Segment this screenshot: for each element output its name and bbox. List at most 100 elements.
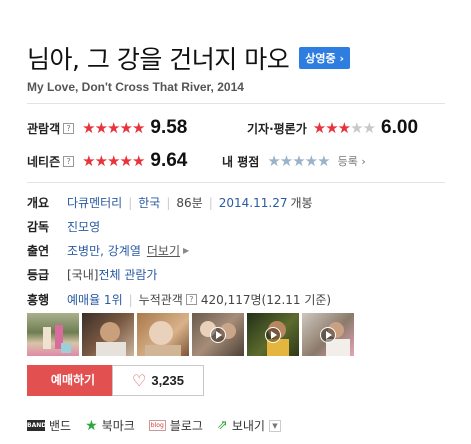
like-count: 3,235 (151, 373, 184, 388)
star-bookmark-icon: ★ (85, 417, 98, 434)
now-showing-badge[interactable]: 상영중 › (299, 47, 350, 69)
star-icon: ★ (325, 118, 338, 137)
netizen-score: 9.64 (150, 150, 188, 171)
bookmark-label: 북마크 (101, 419, 135, 433)
cast-link[interactable]: 조병만, 강계열 (67, 242, 141, 259)
play-icon[interactable] (210, 326, 226, 343)
director-row: 감독 진모영 (27, 218, 100, 235)
still-thumbnail[interactable] (137, 313, 189, 356)
star-icon: ★ (131, 118, 145, 137)
grade-prefix: [국내] (67, 268, 99, 282)
star-empty-icon[interactable]: ★ (305, 153, 318, 169)
release-suffix: 개봉 (290, 196, 313, 210)
star-icon: ★ (119, 118, 132, 137)
critics-score: 6.00 (381, 117, 419, 138)
netizen-rating: 네티즌 ? ★ ★ ★ ★ ★ 9.64 (27, 150, 188, 171)
cumulative-label: 누적관객 (138, 293, 183, 307)
cast-row: 출연 조병만, 강계열 더보기 ▶ (27, 242, 189, 259)
star-icon: ★ (119, 151, 132, 170)
critics-rating: 기자·평론가 ★ ★ ★ ★ ★ 6.00 (247, 117, 419, 138)
still-thumbnail[interactable] (27, 313, 79, 356)
audience-rating: 관람객 ? ★ ★ ★ ★ ★ 9.58 (27, 117, 188, 138)
critics-stars: ★ ★ ★ ★ ★ (312, 118, 376, 137)
audience-score: 9.58 (150, 117, 188, 138)
send-arrow-icon: ⇗ (216, 418, 228, 433)
blog-icon: blog (148, 420, 166, 431)
buy-ticket-button[interactable]: 예매하기 (27, 365, 119, 396)
audience-label: 관람객 (27, 121, 61, 136)
my-rating: 내 평점 ★ ★ ★ ★ ★ 등록 › (222, 151, 366, 171)
overview-row: 개요 다큐멘터리 | 한국 | 86분 | 2014.11.27 개봉 (27, 194, 313, 211)
still-thumbnail[interactable] (82, 313, 134, 356)
video-thumbnail[interactable] (302, 313, 354, 356)
star-empty-icon[interactable]: ★ (267, 153, 280, 169)
play-icon[interactable] (320, 326, 336, 343)
movie-title: 님아, 그 강을 건너지 마오 (27, 45, 290, 74)
genre-link[interactable]: 다큐멘터리 (67, 194, 122, 211)
release-date-link[interactable]: 2014.11.27 (219, 196, 288, 210)
share-blog-label: 블로그 (169, 419, 203, 433)
still-image (43, 325, 71, 353)
help-icon[interactable]: ? (63, 155, 75, 167)
star-icon: ★ (337, 118, 351, 137)
star-empty-icon[interactable]: ★ (317, 153, 330, 169)
star-icon: ★ (107, 118, 120, 137)
star-icon: ★ (94, 151, 108, 170)
like-button[interactable]: ♡ 3,235 (112, 365, 204, 396)
star-empty-icon[interactable]: ★ (292, 153, 305, 169)
netizen-stars: ★ ★ ★ ★ ★ (82, 151, 145, 170)
star-icon: ★ (131, 151, 145, 170)
boxoffice-row: 흥행 예매율 1위 | 누적관객 ? 420,117명(12.11 기준) (27, 291, 332, 308)
star-icon: ★ (312, 118, 326, 137)
play-icon[interactable] (265, 326, 281, 343)
audience-stars: ★ ★ ★ ★ ★ (82, 118, 145, 137)
star-icon: ★ (107, 151, 120, 170)
video-thumbnail[interactable] (247, 313, 299, 356)
movie-subtitle: My Love, Don't Cross That River, 2014 (27, 80, 244, 94)
share-band-label: 밴드 (49, 419, 72, 433)
netizen-label: 네티즌 (27, 154, 61, 169)
video-thumbnail[interactable] (192, 313, 244, 356)
runtime: 86분 (176, 196, 203, 210)
cumulative-audience: 420,117명(12.11 기준) (200, 293, 332, 307)
star-empty-icon[interactable]: ★ (280, 153, 293, 169)
star-empty-icon: ★ (350, 118, 363, 137)
register-rating-link[interactable]: 등록 › (338, 153, 366, 169)
caret-right-icon: ▶ (183, 246, 190, 255)
country-link[interactable]: 한국 (138, 194, 160, 211)
director-link[interactable]: 진모영 (67, 218, 100, 235)
grade-label: 등급 (27, 268, 50, 282)
star-icon: ★ (82, 118, 95, 137)
star-empty-icon: ★ (362, 118, 376, 137)
send-button[interactable]: ⇗ 보내기 ▼ (217, 417, 281, 434)
chevron-down-icon[interactable]: ▼ (268, 419, 281, 432)
grade-link[interactable]: 전체 관람가 (98, 266, 157, 283)
band-icon: BAND (27, 420, 47, 431)
share-blog-button[interactable]: blog 블로그 (148, 417, 203, 434)
bookmark-button[interactable]: ★ 북마크 (85, 417, 135, 434)
send-label: 보내기 (231, 419, 265, 433)
help-icon[interactable]: ? (63, 122, 75, 134)
director-label: 감독 (27, 220, 50, 234)
share-bar: BAND 밴드 ★ 북마크 blog 블로그 ⇗ 보내기 ▼ (27, 417, 295, 434)
grade-row: 등급 [국내] 전체 관람가 (27, 266, 157, 283)
reservation-rank-link[interactable]: 예매율 1위 (67, 291, 123, 308)
cast-label: 출연 (27, 244, 50, 258)
share-band-button[interactable]: BAND 밴드 (27, 417, 71, 434)
divider (27, 103, 445, 104)
title-row: 님아, 그 강을 건너지 마오 상영중 › (27, 40, 350, 76)
media-thumbnails (27, 313, 354, 356)
more-cast-link[interactable]: 더보기 (147, 242, 180, 259)
help-icon[interactable]: ? (185, 294, 197, 305)
star-icon: ★ (82, 151, 95, 170)
boxoffice-label: 흥행 (27, 293, 50, 307)
divider (27, 182, 445, 183)
still-image (96, 322, 126, 356)
star-icon: ★ (94, 118, 108, 137)
still-image (145, 321, 181, 356)
my-rating-label: 내 평점 (222, 154, 260, 169)
critics-label: 기자·평론가 (247, 121, 307, 136)
my-rating-stars[interactable]: ★ ★ ★ ★ ★ (267, 153, 330, 169)
heart-icon: ♡ (132, 371, 147, 390)
overview-label: 개요 (27, 196, 50, 210)
